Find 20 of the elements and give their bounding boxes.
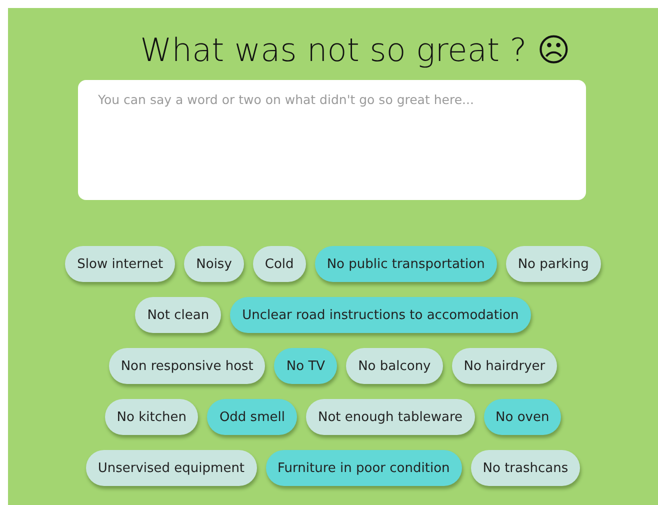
tag-chip[interactable]: Not clean xyxy=(135,297,222,333)
tag-chip[interactable]: No balcony xyxy=(346,348,443,384)
tag-chip[interactable]: Furniture in poor condition xyxy=(266,450,462,486)
tag-chip[interactable]: No public transportation xyxy=(314,246,497,282)
tag-chip[interactable]: Unservised equipment xyxy=(86,450,257,486)
tag-chip[interactable]: Not enough tableware xyxy=(306,399,475,435)
tag-chip[interactable]: Cold xyxy=(252,246,306,282)
tag-chip[interactable]: Non responsive host xyxy=(108,348,266,384)
tag-chip[interactable]: No TV xyxy=(274,348,338,384)
tag-chip[interactable]: Slow internet xyxy=(65,246,176,282)
tag-chip[interactable]: No trashcans xyxy=(470,450,580,486)
tag-chip[interactable]: No parking xyxy=(506,246,601,282)
tag-chip[interactable]: No kitchen xyxy=(104,399,198,435)
page-title: What was not so great ? ☹ xyxy=(140,30,570,70)
tag-chip[interactable]: No oven xyxy=(484,399,562,435)
tag-chip[interactable]: Noisy xyxy=(184,246,244,282)
tag-chip[interactable]: Unclear road instructions to accomodation xyxy=(230,297,531,333)
tag-chip[interactable]: No hairdryer xyxy=(452,348,558,384)
tag-chip[interactable]: Odd smell xyxy=(207,399,297,435)
feedback-field[interactable]: You can say a word or two on what didn't go so great here... xyxy=(78,80,586,200)
